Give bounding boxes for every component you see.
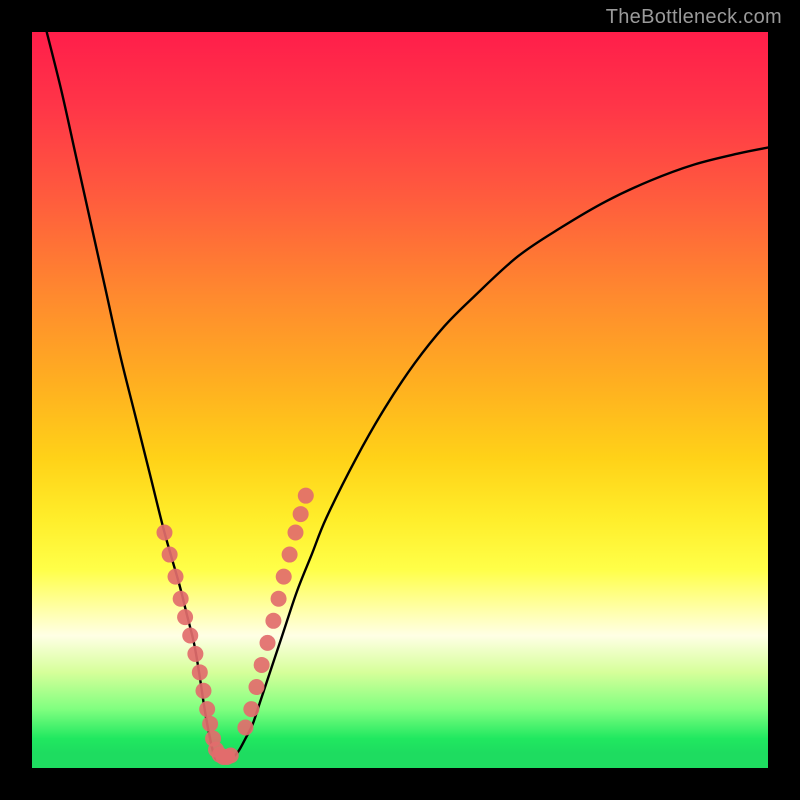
data-marker bbox=[156, 524, 172, 540]
data-marker bbox=[237, 720, 253, 736]
chart-frame: TheBottleneck.com bbox=[0, 0, 800, 800]
data-marker bbox=[182, 628, 198, 644]
data-marker bbox=[287, 524, 303, 540]
data-marker bbox=[192, 664, 208, 680]
data-marker bbox=[243, 701, 259, 717]
chart-overlay bbox=[32, 32, 768, 768]
data-marker bbox=[254, 657, 270, 673]
data-marker bbox=[265, 613, 281, 629]
data-marker bbox=[223, 747, 239, 763]
data-marker bbox=[202, 716, 218, 732]
data-marker bbox=[248, 679, 264, 695]
data-marker bbox=[162, 547, 178, 563]
curve-right-branch-curve bbox=[231, 148, 768, 760]
data-marker bbox=[199, 701, 215, 717]
data-marker bbox=[271, 591, 287, 607]
data-marker bbox=[260, 635, 276, 651]
data-marker bbox=[177, 609, 193, 625]
markers-layer bbox=[156, 488, 313, 765]
data-marker bbox=[173, 591, 189, 607]
data-marker bbox=[298, 488, 314, 504]
data-marker bbox=[187, 646, 203, 662]
attribution-text: TheBottleneck.com bbox=[606, 6, 782, 29]
data-marker bbox=[293, 506, 309, 522]
data-marker bbox=[282, 547, 298, 563]
data-marker bbox=[195, 683, 211, 699]
curve-layer bbox=[47, 32, 768, 761]
data-marker bbox=[168, 569, 184, 585]
data-marker bbox=[276, 569, 292, 585]
